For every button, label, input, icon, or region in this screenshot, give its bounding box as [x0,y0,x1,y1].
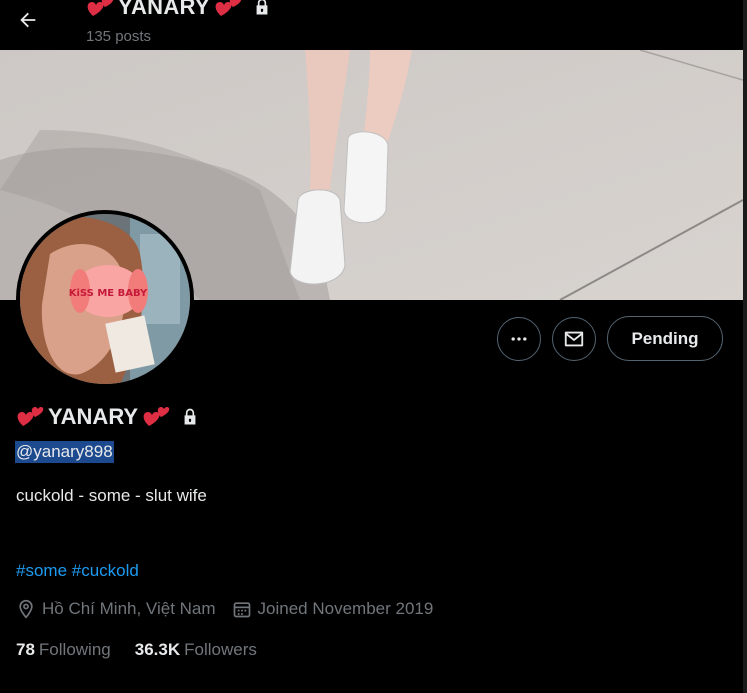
profile-header: YANARY 135 posts [0,0,743,50]
hashtag-link[interactable]: #some [16,561,67,580]
lock-icon [184,408,196,425]
heart-icon [87,0,114,16]
followers-link[interactable]: 36.3K Followers [135,640,257,660]
location-text: Hồ Chí Minh, Việt Nam [42,599,216,618]
handle: @yanary898 [15,441,114,463]
message-button[interactable] [552,317,596,361]
pending-button[interactable]: Pending [607,316,723,361]
heart-icon [143,407,170,426]
bio: cuckold - some - slut wife [16,486,207,505]
calendar-icon [233,602,250,618]
display-name-text: YANARY [48,404,139,429]
scrollbar[interactable] [743,0,747,693]
heart-icon [17,407,44,426]
back-button[interactable] [14,6,42,34]
mail-icon [564,331,584,347]
posts-count: 135 posts [86,28,152,45]
header-name: YANARY [118,0,210,19]
more-button[interactable] [497,317,541,361]
display-name: YANARY [16,404,200,430]
join-date: Joined November 2019 [232,599,434,619]
bio-hashtags: #some #cuckold [16,561,139,581]
profile-meta: Hồ Chí Minh, Việt Nam Joined November 20… [16,599,433,619]
lock-icon [256,0,268,15]
avatar[interactable]: KiSS ME BABY [16,210,194,388]
header-title: YANARY [86,0,272,20]
more-icon [511,337,527,341]
followers-label: Followers [184,640,257,659]
back-arrow-icon [20,12,36,28]
avatar-image: KiSS ME BABY [20,214,190,384]
hashtag-link[interactable]: #cuckold [72,561,139,580]
following-link[interactable]: 78 Following [16,640,111,660]
follow-stats: 78 Following 36.3K Followers [16,640,257,660]
avatar-sticker-text: KiSS ME BABY [69,288,148,299]
location-icon [19,599,33,619]
join-date-text: Joined November 2019 [257,599,434,618]
following-count: 78 [16,640,35,659]
heart-icon [215,0,241,16]
location: Hồ Chí Minh, Việt Nam [16,599,216,619]
followers-count: 36.3K [134,640,181,659]
following-label: Following [38,640,111,659]
